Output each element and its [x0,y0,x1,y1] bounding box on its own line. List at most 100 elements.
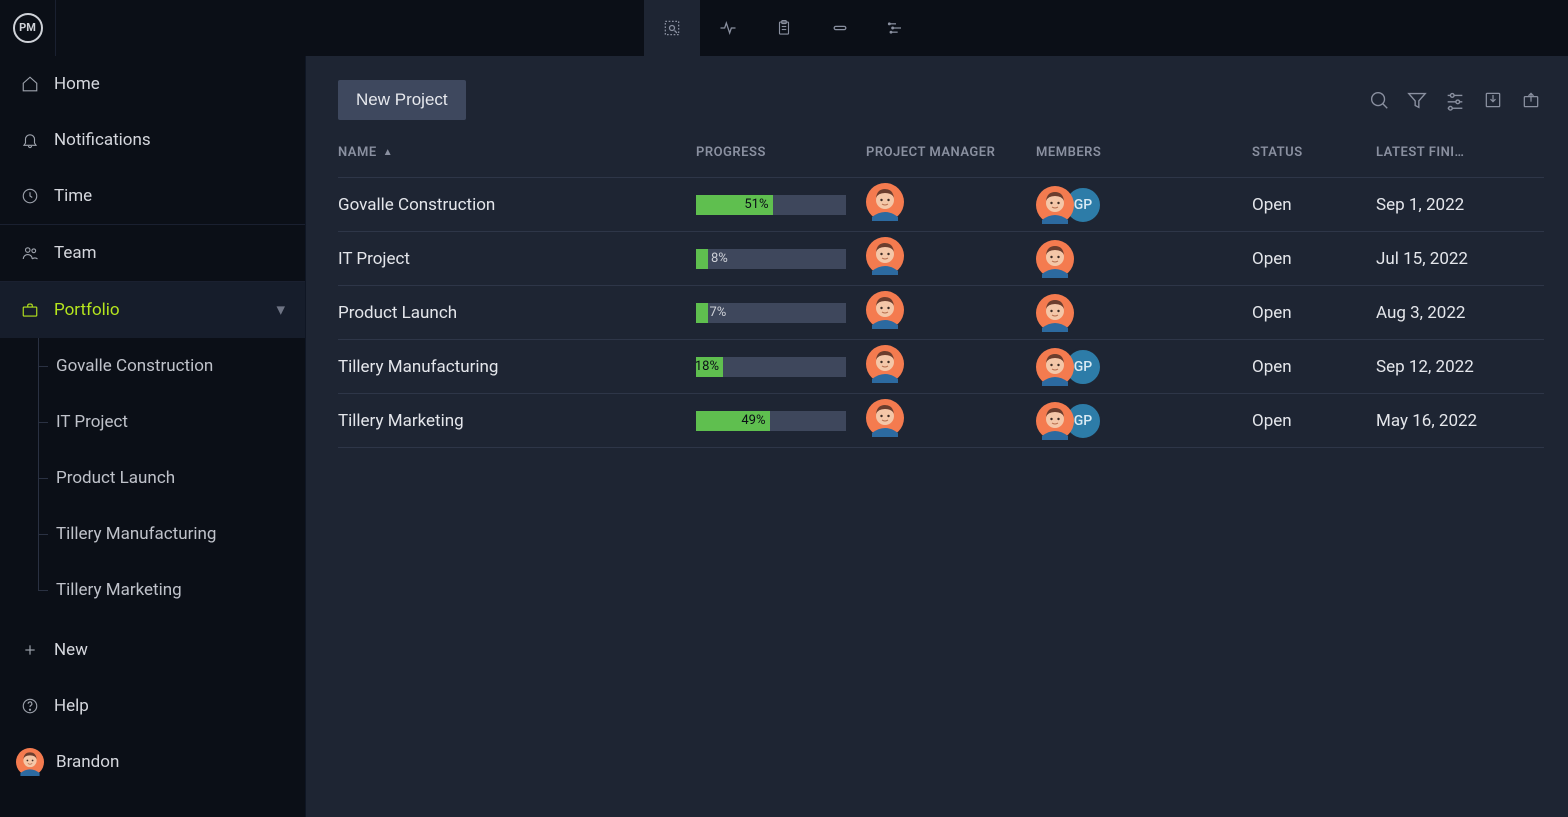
table-body: Govalle Construction51%GPOpenSep 1, 2022… [338,178,1544,448]
portfolio-subitem[interactable]: Tillery Marketing [38,562,305,618]
sidebar-item-label: Time [54,186,92,206]
portfolio-subitem[interactable]: Govalle Construction [38,338,305,394]
cell-name: IT Project [338,249,696,269]
avatar-icon [1036,348,1074,386]
sort-ascending-icon: ▲ [383,147,393,158]
cell-members: GP [1036,348,1252,386]
cell-status: Open [1252,411,1376,431]
cell-finish: Jul 15, 2022 [1376,249,1544,269]
sidebar-item-label: Team [54,243,97,263]
import-icon[interactable] [1480,87,1506,113]
overview-icon[interactable] [644,0,700,56]
filter-icon[interactable] [1404,87,1430,113]
sidebar-item-home[interactable]: Home [0,56,305,112]
team-icon [20,243,40,263]
sidebar-user[interactable]: Brandon [0,734,305,790]
sidebar-item-label: Help [54,696,89,716]
table-row[interactable]: IT Project8% OpenJul 15, 2022 [338,232,1544,286]
cell-progress: 8% [696,249,866,269]
briefcase-icon [20,300,40,320]
avatar-icon [1036,294,1074,332]
progress-bar: 51% [696,195,846,215]
avatar-icon [866,291,904,329]
cell-status: Open [1252,195,1376,215]
avatar-icon [866,183,904,221]
cell-finish: Sep 1, 2022 [1376,195,1544,215]
progress-bar: 7% [696,303,846,323]
table-header: NAME ▲ PROGRESS PROJECT MANAGER MEMBERS … [338,128,1544,178]
cell-name: Govalle Construction [338,195,696,215]
table-row[interactable]: Govalle Construction51% GPOpenSep 1, 2022 [338,178,1544,232]
cell-finish: May 16, 2022 [1376,411,1544,431]
cell-progress: 51% [696,195,866,215]
cell-name: Tillery Manufacturing [338,357,696,377]
table-row[interactable]: Tillery Manufacturing18% GPOpenSep 12, 20… [338,340,1544,394]
sidebar-item-portfolio[interactable]: Portfolio ▾ [0,282,305,338]
plus-icon [20,640,40,660]
avatar-icon [1036,240,1074,278]
avatar-icon [866,237,904,275]
cell-status: Open [1252,357,1376,377]
clipboard-icon[interactable] [756,0,812,56]
sidebar-item-team[interactable]: Team [0,225,305,281]
portfolio-subitem[interactable]: Tillery Manufacturing [38,506,305,562]
sidebar-item-time[interactable]: Time [0,168,305,224]
user-avatar-icon [16,748,44,776]
column-name[interactable]: NAME ▲ [338,145,696,160]
table-row[interactable]: Tillery Marketing49% GPOpenMay 16, 2022 [338,394,1544,448]
column-status[interactable]: STATUS [1252,145,1376,160]
cell-name: Product Launch [338,303,696,323]
column-members[interactable]: MEMBERS [1036,145,1252,160]
cell-project-manager [866,183,1036,226]
cell-project-manager [866,291,1036,334]
cell-members: GP [1036,186,1252,224]
roadmap-icon[interactable] [868,0,924,56]
sidebar-item-label: New [54,640,88,660]
cell-project-manager [866,345,1036,388]
settings-sliders-icon[interactable] [1442,87,1468,113]
help-icon [20,696,40,716]
sidebar-item-label: Notifications [54,130,151,150]
sidebar-item-label: Home [54,74,100,94]
cell-progress: 49% [696,411,866,431]
avatar-icon [866,399,904,437]
logo-icon: PM [13,13,43,43]
chevron-down-icon: ▾ [276,300,285,320]
sidebar-item-new[interactable]: New [0,622,305,678]
column-project-manager[interactable]: PROJECT MANAGER [866,145,1036,160]
bell-icon [20,130,40,150]
cell-project-manager [866,237,1036,280]
cell-members [1036,240,1252,278]
column-latest-finish[interactable]: LATEST FINI… [1376,145,1544,160]
cell-name: Tillery Marketing [338,411,696,431]
top-view-switcher [644,0,924,56]
cell-status: Open [1252,303,1376,323]
portfolio-subitems: Govalle ConstructionIT ProjectProduct La… [0,338,305,618]
cell-finish: Sep 12, 2022 [1376,357,1544,377]
export-icon[interactable] [1518,87,1544,113]
sidebar: Home Notifications Time Team [0,56,306,817]
clock-icon [20,186,40,206]
cell-status: Open [1252,249,1376,269]
column-progress[interactable]: PROGRESS [696,145,866,160]
avatar-icon [1036,402,1074,440]
cell-progress: 18% [696,357,866,377]
portfolio-subitem[interactable]: IT Project [38,394,305,450]
attachment-icon[interactable] [812,0,868,56]
sidebar-item-notifications[interactable]: Notifications [0,112,305,168]
portfolio-subitem[interactable]: Product Launch [38,450,305,506]
toolbar-actions [1366,87,1544,113]
home-icon [20,74,40,94]
progress-bar: 49% [696,411,846,431]
sidebar-item-help[interactable]: Help [0,678,305,734]
cell-members: GP [1036,402,1252,440]
activity-icon[interactable] [700,0,756,56]
progress-bar: 18% [696,357,846,377]
cell-project-manager [866,399,1036,442]
table-row[interactable]: Product Launch7%OpenAug 3, 2022 [338,286,1544,340]
logo-box[interactable]: PM [0,0,56,56]
new-project-button[interactable]: New Project [338,80,466,120]
avatar-icon [1036,186,1074,224]
cell-members [1036,294,1252,332]
search-icon[interactable] [1366,87,1392,113]
